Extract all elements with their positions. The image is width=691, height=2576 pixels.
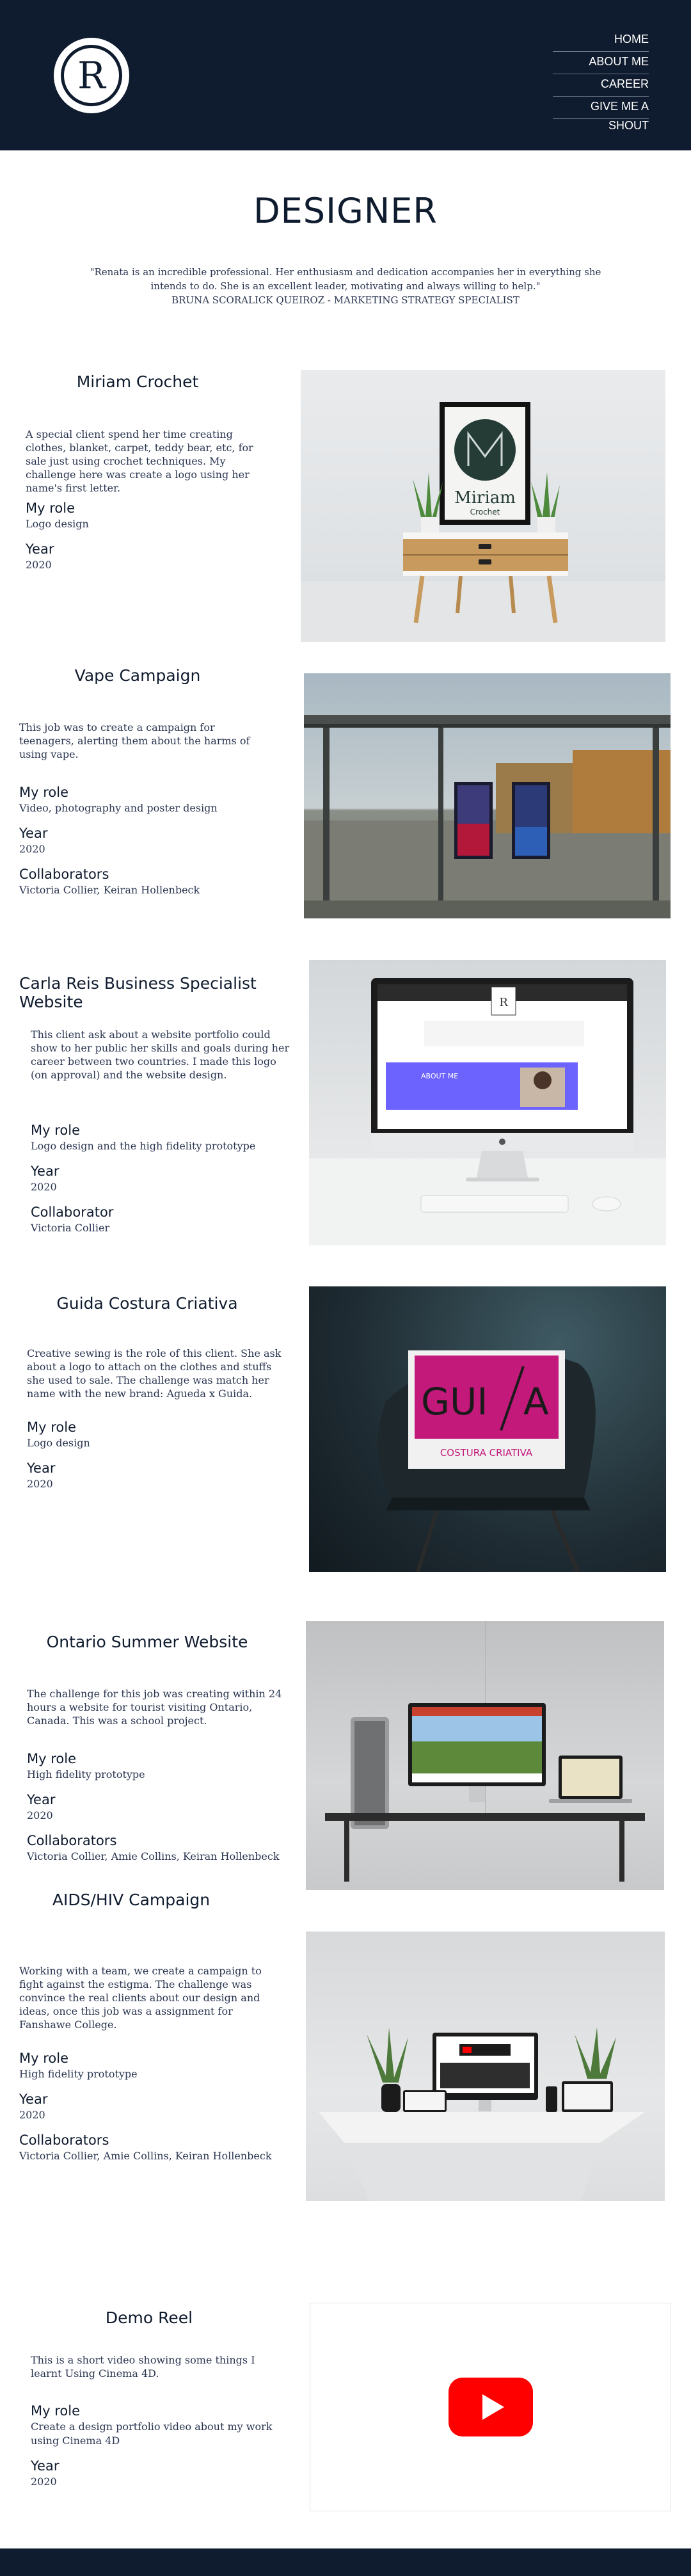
aids-hiv-campaign-image[interactable] xyxy=(306,1932,665,2201)
year-value: 2020 xyxy=(27,1478,53,1490)
collaborators-label: Collaborators xyxy=(27,1833,117,1848)
role-label: My role xyxy=(27,1420,76,1435)
nav-career[interactable]: CAREER xyxy=(553,74,649,97)
carla-reis-website-image[interactable]: R ABOUT ME xyxy=(309,960,666,1245)
main-nav: HOME ABOUT ME CAREER GIVE ME A SHOUT xyxy=(553,29,649,132)
site-footer xyxy=(0,2548,691,2576)
year-label: Year xyxy=(27,1460,56,1476)
role-value: High fidelity prototype xyxy=(27,1768,145,1780)
project-meta: My role High fidelity prototype Year 202… xyxy=(19,2049,301,2172)
project-description: This job was to create a campaign for te… xyxy=(19,721,250,760)
miriam-logo-text: Miriam xyxy=(454,488,516,508)
guida-costura-image[interactable]: GUI A COSTURA CRIATIVA xyxy=(309,1286,666,1572)
ontario-summer-image[interactable] xyxy=(306,1621,664,1890)
role-label: My role xyxy=(31,2403,80,2419)
role-value: Create a design portfolio video about my… xyxy=(31,2420,273,2447)
project-meta: My role Video, photography and poster de… xyxy=(19,783,288,906)
year-value: 2020 xyxy=(19,843,45,855)
role-label: My role xyxy=(27,1751,76,1766)
project-description: This is a short video showing some thing… xyxy=(31,2354,255,2380)
role-value: Logo design and the high fidelity protot… xyxy=(31,1140,256,1152)
year-label: Year xyxy=(31,2458,60,2474)
imac-mockup-svg: R ABOUT ME xyxy=(309,978,666,1245)
guida-logo-text-b: A xyxy=(523,1380,549,1423)
vape-campaign-image[interactable] xyxy=(304,673,671,918)
miriam-mockup-svg: Miriam Crochet xyxy=(301,402,665,642)
role-label: My role xyxy=(26,500,75,516)
project-title-carla-reis: Carla Reis Business Specialist Website xyxy=(19,974,257,1011)
year-label: Year xyxy=(19,826,48,841)
role-value: Video, photography and poster design xyxy=(19,802,218,814)
role-label: My role xyxy=(19,785,68,800)
year-value: 2020 xyxy=(19,2109,45,2121)
nav-about-me[interactable]: ABOUT ME xyxy=(553,52,649,74)
site-header: R HOME ABOUT ME CAREER GIVE ME A SHOUT xyxy=(0,0,691,150)
project-description: Working with a team, we create a campaig… xyxy=(19,1965,262,2031)
bus-stop-svg xyxy=(304,715,671,918)
year-label: Year xyxy=(19,2092,48,2107)
workstation-svg xyxy=(325,1621,645,1882)
logo-letter: R xyxy=(61,45,122,106)
testimonial-quote: "Renata is an incredible professional. H… xyxy=(77,265,614,307)
role-value: Logo design xyxy=(27,1437,90,1449)
project-meta: My role Logo design Year 2020 xyxy=(26,499,269,581)
project-title-vape-campaign: Vape Campaign xyxy=(74,666,201,685)
project-meta: My role Logo design Year 2020 xyxy=(27,1418,296,1500)
svg-text:R: R xyxy=(499,996,508,1009)
youtube-play-button-icon[interactable] xyxy=(449,2378,533,2436)
project-description: The challenge for this job was creating … xyxy=(27,1688,282,1727)
role-label: My role xyxy=(19,2051,68,2066)
project-title-demo-reel: Demo Reel xyxy=(105,2308,193,2327)
year-value: 2020 xyxy=(31,1181,57,1193)
nav-give-me-a-shout[interactable]: GIVE ME A SHOUT xyxy=(553,97,649,132)
project-title-aids-hiv-campaign: AIDS/HIV Campaign xyxy=(52,1891,210,1909)
project-description: Creative sewing is the role of this clie… xyxy=(27,1347,282,1400)
role-value: High fidelity prototype xyxy=(19,2068,138,2080)
project-title-guida-costura: Guida Costura Criativa xyxy=(56,1294,238,1313)
site-logo[interactable]: R xyxy=(54,38,129,113)
project-description: This client ask about a website portfoli… xyxy=(31,1028,290,1081)
miriam-crochet-image[interactable]: Miriam Crochet xyxy=(301,370,665,642)
demo-reel-video-embed[interactable] xyxy=(310,2303,671,2511)
collaborators-value: Victoria Collier, Amie Collins, Keiran H… xyxy=(19,2150,272,2162)
project-meta: My role Create a design portfolio video … xyxy=(31,2402,299,2498)
guida-logo-text: GUI xyxy=(421,1380,488,1423)
year-label: Year xyxy=(27,1792,56,1807)
year-value: 2020 xyxy=(27,1809,53,1821)
project-title-ontario-summer: Ontario Summer Website xyxy=(46,1633,248,1651)
collaborators-label: Collaborators xyxy=(19,2132,109,2148)
collaborators-label: Collaborators xyxy=(19,867,109,882)
project-meta: My role High fidelity prototype Year 202… xyxy=(27,1750,302,1873)
project-title-miriam-crochet: Miriam Crochet xyxy=(76,372,199,391)
collaborators-value: Victoria Collier, Keiran Hollenbeck xyxy=(19,884,200,896)
carla-screen-heading: ABOUT ME xyxy=(421,1072,458,1080)
year-value: 2020 xyxy=(31,2476,57,2488)
year-label: Year xyxy=(26,541,54,557)
collaborators-value: Victoria Collier, Amie Collins, Keiran H… xyxy=(27,1850,280,1862)
quote-text: "Renata is an incredible professional. H… xyxy=(90,266,601,292)
nav-home[interactable]: HOME xyxy=(553,29,649,52)
year-value: 2020 xyxy=(26,559,52,571)
collaborator-label: Collaborator xyxy=(31,1204,114,1220)
quote-author: BRUNA SCORALICK QUEIROZ - MARKETING STRA… xyxy=(171,294,520,306)
role-value: Logo design xyxy=(26,518,89,530)
project-description: A special client spend her time creating… xyxy=(26,428,253,494)
page-title: DESIGNER xyxy=(253,191,438,231)
project-meta: My role Logo design and the high fidelit… xyxy=(31,1121,299,1244)
year-label: Year xyxy=(31,1164,60,1179)
chair-sign-svg: GUI A COSTURA CRIATIVA xyxy=(377,1350,596,1572)
guida-logo-subtext: COSTURA CRIATIVA xyxy=(440,1447,533,1459)
miriam-logo-subtext: Crochet xyxy=(470,508,500,516)
collaborator-value: Victoria Collier xyxy=(31,1222,110,1234)
role-label: My role xyxy=(31,1123,80,1138)
devices-mockup-svg xyxy=(319,2028,645,2201)
